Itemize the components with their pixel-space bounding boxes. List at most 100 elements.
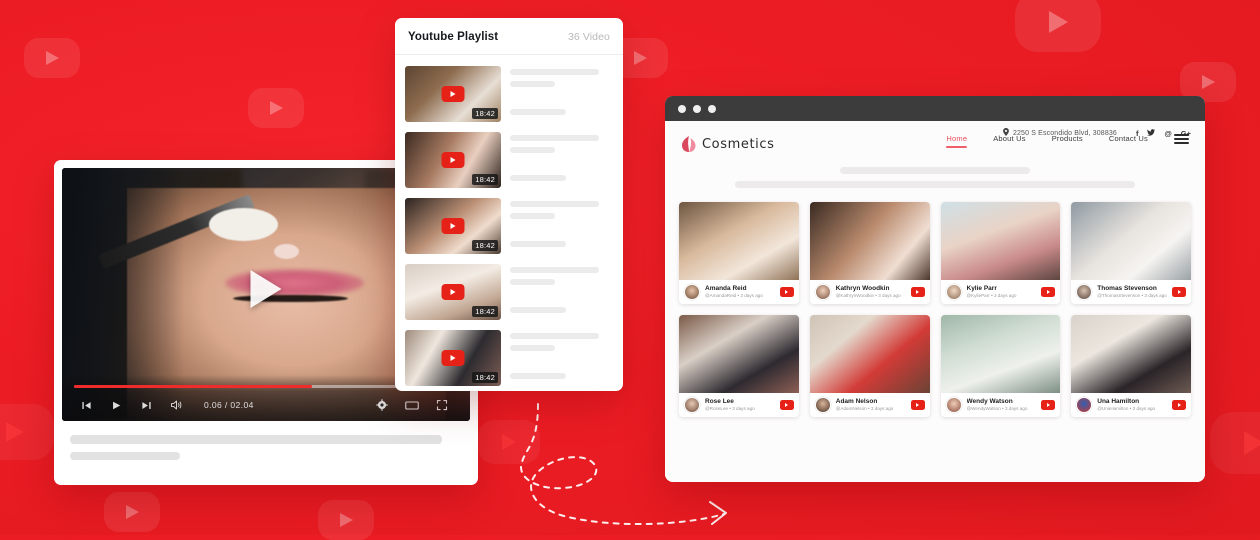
next-track-icon[interactable] (134, 396, 158, 414)
nav-item-home[interactable]: Home (946, 134, 968, 148)
youtube-play-badge[interactable] (779, 287, 794, 297)
card-thumbnail[interactable] (940, 315, 1061, 393)
site-brand[interactable]: Cosmetics (681, 135, 775, 153)
video-thumbnail[interactable]: 18:42 (405, 66, 501, 122)
video-card[interactable]: Amanda Reid @AmandaReid • 3 days ago (679, 202, 799, 304)
nav-item-contact-us[interactable]: Contact Us (1109, 134, 1148, 148)
skeleton-line (510, 241, 567, 247)
playlist-count: 36 Video (567, 31, 610, 43)
window-dot[interactable] (708, 104, 716, 113)
video-duration: 18:42 (472, 240, 498, 251)
skeleton-line (510, 147, 555, 153)
video-meta-skeleton (501, 66, 613, 122)
card-author-name: Amanda Reid (705, 284, 747, 292)
card-thumbnail[interactable] (1071, 315, 1191, 393)
theater-mode-icon[interactable] (400, 396, 424, 414)
video-card[interactable]: Rose Lee @RoseLee • 3 days ago (679, 315, 799, 417)
window-dot[interactable] (693, 104, 701, 113)
video-card[interactable]: Kylie Parr @KylieParr • 3 days ago (940, 202, 1061, 304)
video-thumbnail[interactable]: 18:42 (405, 198, 501, 254)
card-author-name: Rose Lee (705, 397, 734, 405)
play-overlay-icon[interactable] (250, 270, 282, 309)
video-card-grid: Amanda Reid @AmandaReid • 3 days ago Kat… (665, 188, 1205, 417)
background-youtube-badge (24, 38, 80, 78)
card-author-handle: @WendyWatson • 3 days ago (966, 406, 1028, 412)
video-meta-skeleton (501, 330, 613, 386)
youtube-play-badge[interactable] (1041, 400, 1056, 410)
background-youtube-badge (104, 492, 160, 532)
volume-icon[interactable] (164, 396, 188, 414)
player-footer-skeleton (54, 421, 478, 460)
youtube-play-badge[interactable] (1172, 400, 1186, 410)
previous-track-icon[interactable] (74, 396, 98, 414)
nav-item-products[interactable]: Products (1052, 134, 1083, 148)
video-card[interactable]: Adam Nelson @AdamNelson • 3 days ago (809, 315, 930, 417)
skeleton-line (510, 81, 555, 87)
playlist-items: 18:42 18:42 18:42 18:42 18:42 (395, 55, 623, 391)
card-author-name: Kylie Parr (966, 284, 997, 292)
background-youtube-badge (478, 420, 540, 464)
list-item[interactable]: 18:42 (395, 193, 623, 259)
window-dot[interactable] (678, 104, 686, 113)
card-author-handle: @KylieParr • 3 days ago (966, 293, 1017, 299)
list-item[interactable]: 18:42 (395, 61, 623, 127)
nav-item-about-us[interactable]: About Us (993, 134, 1025, 148)
avatar (1076, 284, 1093, 300)
card-author-handle: @RoseLee • 3 days ago (705, 406, 755, 412)
video-thumbnail[interactable]: 18:42 (405, 264, 501, 320)
skeleton-line (510, 345, 555, 351)
cosmetics-droplet-logo (681, 135, 697, 153)
settings-gear-icon[interactable] (370, 396, 394, 414)
video-card[interactable]: Una Hamilton @UnaHamilton • 3 days ago (1071, 315, 1191, 417)
avatar (684, 284, 700, 300)
video-duration: 18:42 (472, 174, 498, 185)
video-thumbnail[interactable]: 18:42 (405, 132, 501, 188)
video-duration: 18:42 (472, 108, 498, 119)
list-item[interactable]: 18:42 (395, 127, 623, 193)
avatar (814, 284, 831, 300)
card-author-handle: @AdamNelson • 3 days ago (835, 406, 894, 412)
card-author-name: Kathryn Woodkin (835, 284, 890, 292)
video-card[interactable]: Thomas Stevenson @ThomasStevenson • 3 da… (1071, 202, 1191, 304)
list-item[interactable]: 18:42 (395, 325, 623, 391)
card-thumbnail[interactable] (809, 315, 930, 393)
card-author-handle: @UnaHamilton • 3 days ago (1097, 406, 1156, 412)
progress-fill (74, 385, 313, 388)
card-author-name: Thomas Stevenson (1097, 284, 1157, 292)
fullscreen-icon[interactable] (430, 396, 454, 414)
playlist-panel: Youtube Playlist 36 Video 18:42 18:42 18… (395, 18, 623, 391)
card-author-handle: @AmandaReid • 3 days ago (705, 293, 763, 299)
video-duration: 18:42 (472, 372, 498, 383)
background-youtube-badge (0, 404, 54, 460)
play-icon[interactable] (104, 396, 128, 414)
avatar (814, 397, 831, 413)
avatar (684, 397, 700, 413)
youtube-play-badge[interactable] (910, 287, 925, 297)
video-card[interactable]: Kathryn Woodkin @KathrynWoodkin • 3 days… (809, 202, 930, 304)
youtube-play-badge[interactable] (1172, 287, 1186, 297)
card-thumbnail[interactable] (679, 315, 799, 393)
nav-links: Home About Us Products Contact Us (920, 134, 1189, 153)
site-content: 2250 S Escondido Blvd, 308836 f @ G+ Cos… (665, 121, 1205, 482)
youtube-play-badge[interactable] (779, 400, 794, 410)
skeleton-line (510, 307, 567, 313)
time-display: 0.06 / 02.04 (204, 400, 254, 410)
card-thumbnail[interactable] (679, 202, 799, 280)
video-card[interactable]: Wendy Watson @WendyWatson • 3 days ago (940, 315, 1061, 417)
youtube-play-badge[interactable] (1041, 287, 1056, 297)
skeleton-line (510, 213, 555, 219)
video-thumbnail[interactable]: 18:42 (405, 330, 501, 386)
youtube-play-badge (441, 218, 465, 234)
list-item[interactable]: 18:42 (395, 259, 623, 325)
skeleton-line (510, 267, 600, 273)
youtube-play-badge[interactable] (910, 400, 925, 410)
skeleton-line (510, 69, 600, 75)
avatar (1076, 397, 1093, 413)
skeleton-line (510, 175, 567, 181)
card-thumbnail[interactable] (809, 202, 930, 280)
card-thumbnail[interactable] (940, 202, 1061, 280)
background-youtube-badge (248, 88, 304, 128)
hamburger-menu-icon[interactable] (1174, 134, 1189, 148)
card-thumbnail[interactable] (1071, 202, 1191, 280)
skeleton-line (510, 333, 600, 339)
